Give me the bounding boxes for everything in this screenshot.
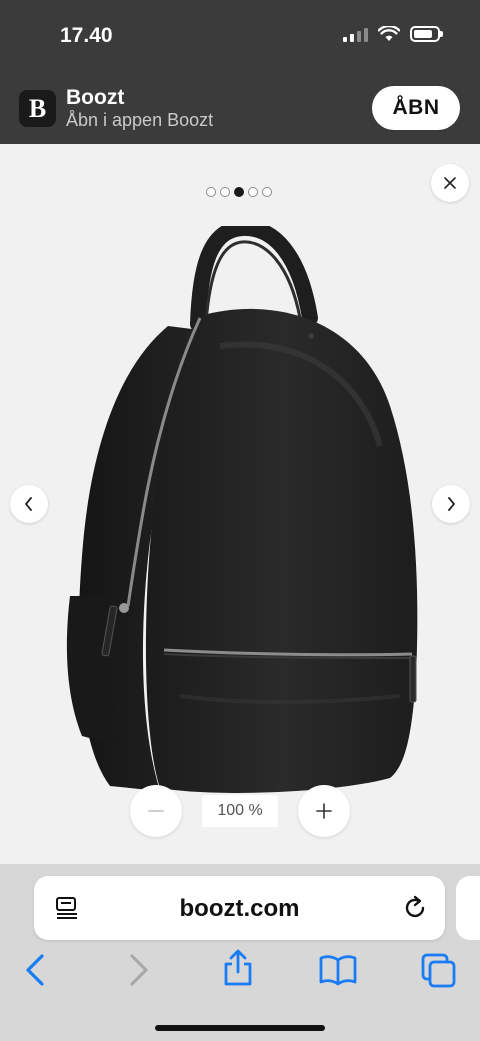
reload-icon[interactable]: [401, 894, 429, 922]
pagination-dot[interactable]: [206, 187, 216, 197]
battery-icon: [410, 26, 443, 42]
open-app-button[interactable]: ÅBN: [372, 86, 460, 130]
pagination-dot[interactable]: [262, 187, 272, 197]
address-bar[interactable]: boozt.com: [34, 876, 445, 940]
app-name: Boozt: [66, 86, 125, 109]
pagination-dot-active[interactable]: [234, 187, 244, 197]
zoom-out-button[interactable]: [130, 785, 182, 837]
boozt-logo: B: [19, 90, 56, 127]
tabs-icon[interactable]: [420, 952, 458, 988]
back-icon[interactable]: [22, 952, 48, 988]
chevron-right-icon: [448, 497, 455, 511]
status-time: 17.40: [60, 24, 113, 47]
app-subtitle: Åbn i appen Boozt: [66, 110, 214, 130]
url-text[interactable]: boozt.com: [34, 895, 445, 923]
share-icon[interactable]: [220, 948, 256, 988]
product-image: [66, 226, 418, 793]
plus-icon: [316, 803, 332, 819]
image-pagination: [206, 187, 272, 197]
forward-icon[interactable]: [126, 952, 152, 988]
browser-chrome: boozt.com: [0, 864, 480, 1041]
chevron-left-icon: [25, 497, 32, 511]
app-banner-area: 17.40 B Boozt Åbn i appen Boozt ÅBN: [0, 0, 480, 144]
zoom-level: 100 %: [202, 795, 278, 827]
home-indicator: [155, 1025, 325, 1031]
pagination-dot[interactable]: [220, 187, 230, 197]
wifi-icon: [378, 26, 400, 41]
zoom-in-button[interactable]: [298, 785, 350, 837]
product-image-viewer: 100 %: [0, 144, 480, 864]
cellular-signal-icon: [343, 26, 368, 42]
bookmarks-icon[interactable]: [318, 954, 358, 986]
close-button[interactable]: [431, 164, 469, 202]
status-icons: [343, 26, 443, 42]
next-image-button[interactable]: [432, 485, 470, 523]
minus-icon: [148, 810, 164, 812]
next-tab-peek[interactable]: [456, 876, 480, 940]
pagination-dot[interactable]: [248, 187, 258, 197]
previous-image-button[interactable]: [10, 485, 48, 523]
close-icon: [444, 177, 456, 189]
